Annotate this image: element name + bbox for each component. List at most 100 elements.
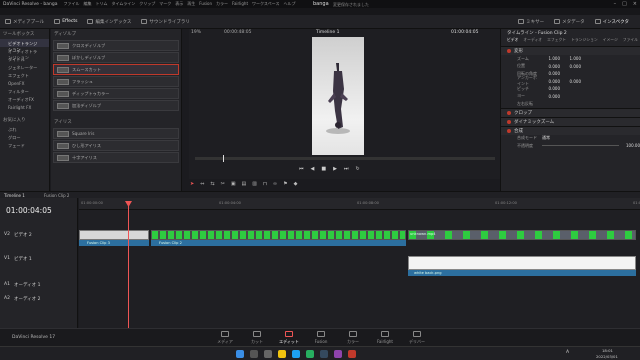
opacity-slider[interactable]: [542, 145, 619, 147]
sidebar-item[interactable]: ジェネレーター: [0, 63, 49, 71]
viewer-timeline-name[interactable]: Timeline 1: [316, 30, 339, 35]
play-icon[interactable]: ▶: [333, 166, 337, 172]
flag-icon[interactable]: ⚑: [283, 181, 287, 187]
composite-mode-select[interactable]: 通常: [542, 135, 550, 141]
menu-item[interactable]: 再生: [187, 1, 195, 7]
transform-x-value[interactable]: 0.000: [542, 64, 560, 69]
fusion-clip-3-thumbs[interactable]: [79, 230, 149, 240]
link-icon[interactable]: ∞: [273, 181, 277, 187]
timeline-ruler[interactable]: 01:00:00:00 01:00:04:00 01:00:08:00 01:00:1…: [79, 198, 640, 210]
sidebar-item[interactable]: エフェクト: [0, 71, 49, 79]
snapping-icon[interactable]: ⊓: [263, 181, 267, 187]
minimize-icon[interactable]: –: [614, 1, 617, 7]
inspector-tab[interactable]: オーディオ: [523, 37, 542, 46]
insert-clip-icon[interactable]: ▣: [231, 181, 236, 187]
menu-item[interactable]: Fairlight: [232, 1, 248, 7]
close-icon[interactable]: ×: [633, 1, 637, 7]
resolve-taskbar-icon[interactable]: [320, 350, 328, 358]
inspector-tab[interactable]: エフェクト: [547, 37, 566, 46]
loop-icon[interactable]: ↻: [355, 166, 359, 172]
edge-icon[interactable]: [292, 350, 300, 358]
sidebar-item[interactable]: タイトル: [0, 55, 49, 63]
inspector-tab[interactable]: ファイル: [623, 37, 638, 46]
windows-start-icon[interactable]: [236, 350, 244, 358]
overwrite-clip-icon[interactable]: ▤: [242, 181, 247, 187]
sidebar-item[interactable]: フィルター: [0, 87, 49, 95]
menu-item[interactable]: 編集: [84, 1, 92, 7]
scrubber-handle[interactable]: [223, 155, 224, 162]
inspector-tab[interactable]: ビデオ: [507, 37, 518, 46]
playhead[interactable]: [128, 202, 129, 328]
app-icon-2[interactable]: [348, 350, 356, 358]
transform-y-value[interactable]: 1.000: [563, 56, 581, 61]
skip-start-icon[interactable]: ⏮: [299, 166, 304, 172]
sidebar-item[interactable]: オーディオFX: [0, 95, 49, 103]
menu-item[interactable]: Fusion: [199, 1, 212, 7]
fusion-clip-2-label-bar[interactable]: Fusion Clip 2: [151, 240, 406, 246]
inspector-section[interactable]: 合成: [501, 125, 640, 135]
app-icon[interactable]: [334, 350, 342, 358]
page-tab[interactable]: カラー: [338, 331, 368, 345]
stop-icon[interactable]: ■: [321, 166, 326, 172]
sidebar-item[interactable]: ビデオトランジション: [0, 39, 49, 52]
scrubber-bar[interactable]: [195, 155, 495, 162]
sidebar-item[interactable]: OpenFX: [0, 79, 49, 87]
toolbar-button-left-3[interactable]: サウンドライブラリ: [136, 15, 195, 29]
opacity-value[interactable]: 100.00: [622, 143, 640, 148]
transform-x-value[interactable]: 0.000: [542, 79, 560, 84]
toolbar-button-right-1[interactable]: メタデータ: [549, 15, 590, 29]
favorite-item[interactable]: フェード: [0, 141, 49, 149]
toolbar-button-right-2[interactable]: インスペクタ: [590, 15, 634, 29]
effect-item[interactable]: フラッシュ: [53, 76, 179, 87]
skip-end-icon[interactable]: ⏭: [344, 166, 349, 172]
fusion-clip-2-thumbs[interactable]: [151, 230, 406, 240]
page-tab[interactable]: メディア: [210, 331, 240, 345]
replace-clip-icon[interactable]: ▥: [252, 181, 257, 187]
fusion-clip-3-label-bar[interactable]: Fusion Clip 3: [79, 240, 149, 246]
menu-item[interactable]: タイムライン: [112, 1, 136, 7]
ime-indicator[interactable]: A: [566, 350, 569, 355]
sidebar-item[interactable]: オーディオトランジション: [0, 47, 49, 60]
menu-item[interactable]: トリム: [96, 1, 108, 7]
menu-item[interactable]: 表示: [175, 1, 183, 7]
toolbar-button-left-0[interactable]: メディアプール: [0, 15, 49, 29]
menu-item[interactable]: ヘルプ: [283, 1, 295, 7]
favorite-item[interactable]: グロー: [0, 133, 49, 141]
maximize-icon[interactable]: □: [622, 1, 627, 7]
white-back-clip[interactable]: [408, 256, 636, 270]
select-tool-icon[interactable]: ➤: [190, 181, 194, 187]
effect-item[interactable]: ディップトゥカラー: [53, 88, 179, 99]
timeline-body[interactable]: 01:00:00:00 01:00:04:00 01:00:08:00 01:00:1…: [79, 198, 640, 328]
effect-item[interactable]: 十字アイリス: [53, 152, 179, 163]
transform-x-value[interactable]: 0.000: [542, 71, 560, 76]
transform-section[interactable]: 変形: [501, 46, 640, 55]
page-tab[interactable]: Fairlight: [370, 331, 400, 344]
trim-tool-icon[interactable]: ⇔: [200, 181, 204, 187]
blade-tool-icon[interactable]: ✂: [221, 181, 225, 187]
page-tab[interactable]: カット: [242, 331, 272, 345]
task-view-icon[interactable]: [264, 350, 272, 358]
menu-item[interactable]: クリップ: [139, 1, 155, 7]
search-icon[interactable]: [250, 350, 258, 358]
menu-item[interactable]: ワークスペース: [252, 1, 279, 7]
inspector-section[interactable]: クロップ: [501, 107, 640, 117]
page-tab[interactable]: デリバー: [402, 331, 432, 345]
menu-item[interactable]: カラー: [216, 1, 228, 7]
effect-item[interactable]: ぼかしディゾルブ: [53, 52, 179, 63]
page-tab[interactable]: Fusion: [306, 331, 336, 344]
transform-x-value[interactable]: 1.000: [542, 56, 560, 61]
chrome-icon[interactable]: [306, 350, 314, 358]
file-explorer-icon[interactable]: [278, 350, 286, 358]
effect-item[interactable]: Square Iris: [53, 128, 179, 139]
transform-x-value[interactable]: 0.000: [542, 94, 560, 99]
inspector-tab[interactable]: トランジション: [571, 37, 598, 46]
transform-y-value[interactable]: 0.000: [563, 79, 581, 84]
menu-item[interactable]: ファイル: [64, 1, 80, 7]
transform-y-value[interactable]: 0.000: [563, 64, 581, 69]
marker-icon[interactable]: ◆: [294, 181, 298, 187]
rewind-icon[interactable]: ◀: [311, 166, 315, 172]
menu-item[interactable]: マーク: [159, 1, 171, 7]
favorite-item[interactable]: ぶれ: [0, 125, 49, 133]
inspector-tab[interactable]: イメージ: [603, 37, 618, 46]
effect-item[interactable]: ひし形アイリス: [53, 140, 179, 151]
